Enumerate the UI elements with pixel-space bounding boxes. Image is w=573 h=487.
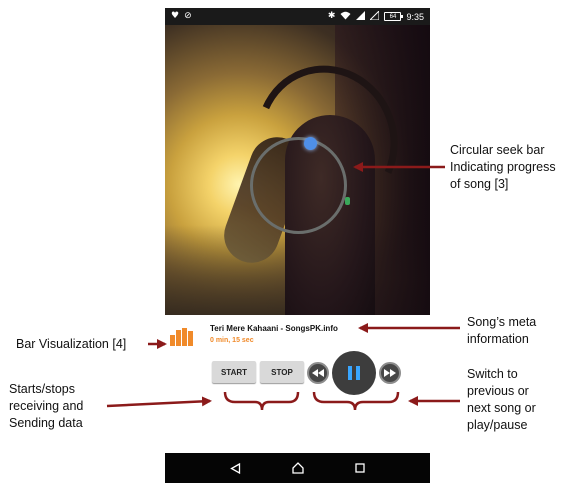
play-pause-button[interactable] [332, 351, 376, 395]
pause-icon [348, 366, 360, 380]
song-elapsed-time: 0 min, 15 sec [210, 337, 254, 344]
no-sim-icon [369, 9, 380, 22]
bluetooth-icon: ✱ [327, 11, 336, 21]
back-icon[interactable] [230, 462, 241, 474]
wifi-icon [340, 11, 351, 22]
recents-icon[interactable] [354, 463, 365, 473]
seek-bar-marker [345, 197, 350, 205]
player-controls: START STOP [165, 351, 430, 410]
battery-level: 64 [389, 13, 397, 20]
battery-icon: 64 [384, 12, 404, 21]
stop-button[interactable]: STOP [260, 361, 304, 383]
visualizer-bar [188, 331, 193, 346]
visualizer-bar [182, 328, 187, 346]
album-art [165, 25, 430, 315]
signal-icon [356, 11, 366, 22]
bar-visualizer [170, 328, 193, 346]
status-bar: ♥ ⊘ ✱ 64 9:35 [165, 8, 430, 25]
visualizer-bar [170, 335, 175, 346]
fast-forward-icon [384, 369, 396, 377]
phone-screen: ♥ ⊘ ✱ 64 9:35 Teri Mere Kahaani - SongsP… [165, 8, 430, 483]
heart-icon: ♥ [171, 11, 180, 21]
next-button[interactable] [379, 362, 401, 384]
rewind-icon [312, 369, 324, 377]
seek-bar-thumb[interactable] [304, 137, 317, 150]
start-button[interactable]: START [212, 361, 256, 383]
circular-seek-bar[interactable] [250, 137, 347, 234]
circle-slash-icon: ⊘ [184, 11, 192, 21]
status-time: 9:35 [406, 11, 424, 22]
annotation-seek-bar: Circular seek bar Indicating progress of… [450, 143, 556, 191]
annotation-switch: Switch to previous or next song or play/… [467, 367, 536, 432]
previous-button[interactable] [307, 362, 329, 384]
annotation-meta: Song’s meta information [467, 315, 537, 346]
navigation-bar [165, 453, 430, 483]
annotation-visualizer: Bar Visualization [4] [16, 337, 127, 351]
home-icon[interactable] [292, 462, 304, 474]
song-meta: Teri Mere Kahaani - SongsPK.info 0 min, … [165, 315, 430, 355]
song-title: Teri Mere Kahaani - SongsPK.info [210, 324, 338, 333]
annotation-start-stop: Starts/stops receiving and Sending data [9, 382, 84, 430]
visualizer-bar [176, 330, 181, 346]
